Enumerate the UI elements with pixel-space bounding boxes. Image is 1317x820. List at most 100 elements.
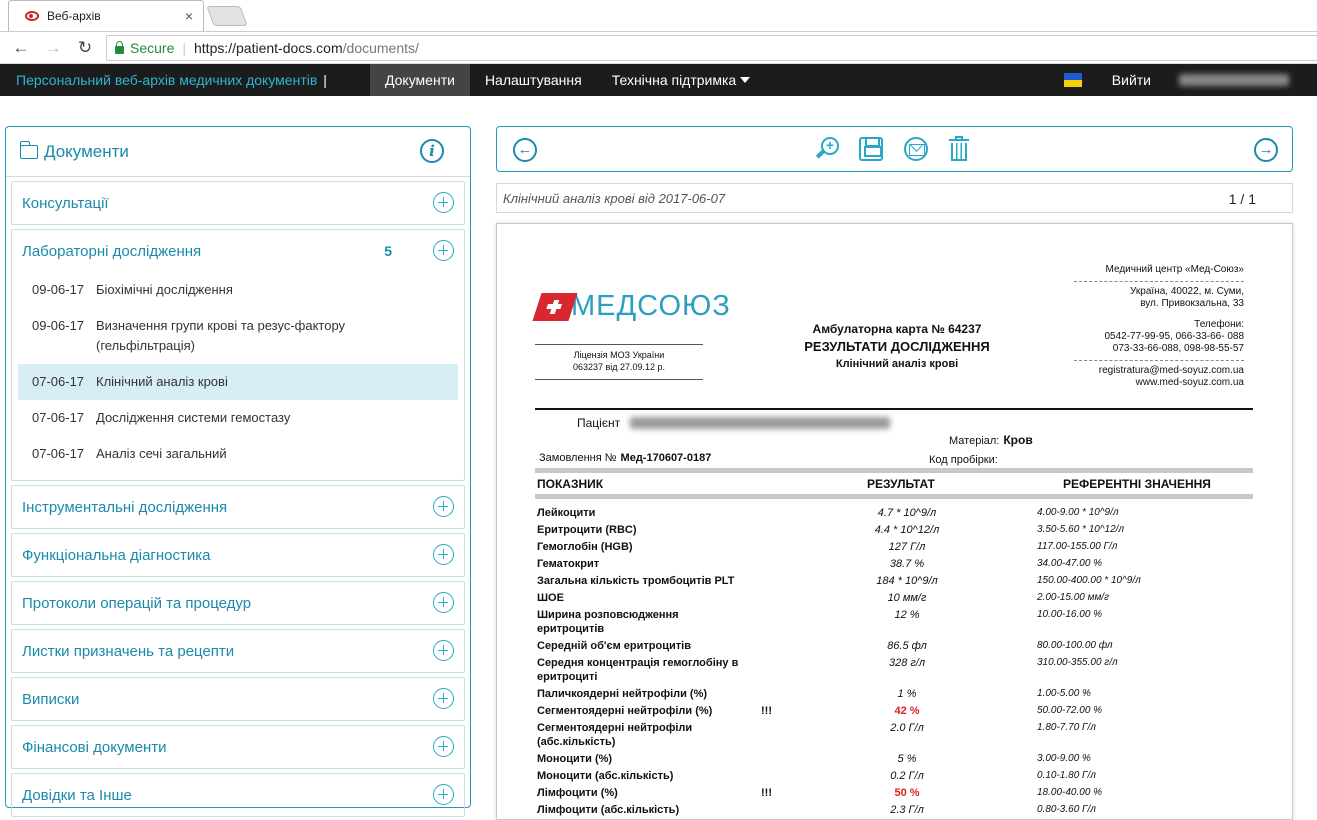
- table-row: ШОЕ 10 мм/г 2.00-15.00 мм/г: [537, 589, 1253, 606]
- expand-plus-icon[interactable]: [433, 640, 454, 661]
- doc-title: Визначення групи крові та резус-фактору …: [96, 318, 346, 353]
- zoom-in-icon[interactable]: +: [815, 137, 841, 163]
- category-header[interactable]: Листки призначень та рецепти: [12, 630, 464, 672]
- table-row-alert: Сегментоядерні нейтрофіли (%)!!! 42 % 50.0…: [537, 702, 1253, 719]
- email-icon[interactable]: [904, 137, 928, 161]
- patient-row: Пацієнт: [577, 416, 891, 430]
- row-name: Лімфоцити (абс.кількість): [537, 803, 680, 816]
- expand-plus-icon[interactable]: [433, 736, 454, 757]
- table-row: Моноцити (%) 5 % 3.00-9.00 %: [537, 750, 1253, 767]
- info-icon[interactable]: i: [420, 139, 444, 163]
- list-item[interactable]: 07-06-17 Аналіз сечі загальний: [18, 436, 458, 472]
- doc-title: Дослідження системи гемостазу: [96, 410, 291, 425]
- expand-plus-icon[interactable]: [433, 688, 454, 709]
- expand-plus-icon[interactable]: [433, 192, 454, 213]
- row-result: 2.0 Г/л: [890, 721, 924, 734]
- document-title-bar: Клінічний аналіз крові від 2017-06-07 1 …: [496, 183, 1293, 213]
- row-result: 50 %: [894, 786, 920, 799]
- category-label: Фінансові документи: [22, 738, 167, 756]
- col-indicator: ПОКАЗНИК: [537, 477, 604, 491]
- row-name: Середній об'єм еритроцитів: [537, 639, 691, 652]
- col-result: РЕЗУЛЬТАТ: [867, 477, 935, 491]
- expand-plus-icon[interactable]: [433, 496, 454, 517]
- row-result: 328 г/л: [888, 656, 926, 669]
- row-ref: 0.80-3.60 Г/л: [1037, 803, 1096, 815]
- document-page: МЕДСОЮЗ Ліцензія МОЗ України 063237 від …: [496, 223, 1293, 820]
- phones-line: 0542-77-99-95, 066-33-66- 088: [1104, 331, 1244, 342]
- table-row: Гематокрит 38.7 % 34.00-47.00 %: [537, 555, 1253, 572]
- alert-flag: !!!: [761, 786, 772, 799]
- row-result: 1 %: [897, 687, 917, 700]
- category-consultations: Консультації: [11, 181, 465, 225]
- row-result: 127 Г/л: [888, 540, 926, 553]
- category-header[interactable]: Функціональна діагностика: [12, 534, 464, 576]
- category-instrumental: Інструментальні дослідження: [11, 485, 465, 529]
- row-name: Гемоглобін (HGB): [537, 540, 633, 553]
- forward-arrow-icon[interactable]: →: [42, 38, 64, 58]
- row-ref: 34.00-47.00 %: [1037, 557, 1103, 569]
- tube-code-label: Код пробірки:: [929, 454, 998, 466]
- row-ref: 18.00-40.00 %: [1037, 786, 1103, 798]
- row-result: 42 %: [894, 704, 920, 717]
- category-header[interactable]: Виписки: [12, 678, 464, 720]
- row-name: Загальна кількість тромбоцитів PLT: [537, 574, 735, 587]
- new-tab-button[interactable]: [206, 6, 248, 26]
- category-header[interactable]: Лабораторні дослідження 5: [12, 230, 464, 272]
- viewer-toolbar: ← + →: [496, 126, 1293, 172]
- divider: [1074, 360, 1244, 361]
- category-header[interactable]: Консультації: [12, 182, 464, 224]
- ukraine-flag-icon[interactable]: [1063, 73, 1082, 87]
- trash-icon[interactable]: [949, 136, 969, 161]
- category-header[interactable]: Протоколи операцій та процедур: [12, 582, 464, 624]
- url-separator: |: [182, 39, 186, 56]
- row-name: Паличкоядерні нейтрофіли (%): [537, 687, 708, 700]
- address-line: Україна, 40022, м. Суми,: [1130, 286, 1244, 297]
- logout-link[interactable]: Вийти: [1112, 72, 1151, 88]
- clinic-logo: МЕДСОЮЗ: [532, 290, 731, 323]
- list-item-selected[interactable]: 07-06-17 Клінічний аналіз крові: [18, 364, 458, 400]
- category-label: Протоколи операцій та процедур: [22, 594, 252, 612]
- reload-icon[interactable]: ↻: [74, 38, 96, 58]
- category-header[interactable]: Довідки та Інше: [12, 774, 464, 816]
- menu-settings[interactable]: Налаштування: [470, 64, 597, 96]
- next-arrow-icon[interactable]: →: [1254, 138, 1278, 162]
- divider: [535, 468, 1253, 473]
- folder-open-icon: [19, 140, 38, 159]
- list-item[interactable]: 07-06-17 Дослідження системи гемостазу: [18, 400, 458, 436]
- category-header[interactable]: Фінансові документи: [12, 726, 464, 768]
- menu-documents[interactable]: Документи: [370, 64, 470, 96]
- menu-support[interactable]: Технічна підтримка: [597, 64, 766, 96]
- category-header[interactable]: Інструментальні дослідження: [12, 486, 464, 528]
- divider: [1074, 281, 1244, 282]
- tab-close-icon[interactable]: ×: [185, 8, 193, 24]
- list-item[interactable]: 09-06-17 Визначення групи крові та резус…: [18, 308, 458, 364]
- material-row: Матеріал: Кров: [949, 433, 1033, 447]
- doc-title: Аналіз сечі загальний: [96, 446, 227, 461]
- back-arrow-icon[interactable]: ←: [10, 38, 32, 58]
- expand-plus-icon[interactable]: [433, 240, 454, 261]
- row-ref: 1.00-5.00 %: [1037, 687, 1091, 699]
- expand-plus-icon[interactable]: [433, 784, 454, 805]
- prev-arrow-icon[interactable]: ←: [513, 138, 537, 162]
- category-lab-tests: Лабораторні дослідження 5 09-06-17 Біохі…: [11, 229, 465, 481]
- table-row: Еритроцити (RBC) 4.4 * 10^12/л 3.50-5.60 *…: [537, 521, 1253, 538]
- row-result: 38.7 %: [889, 557, 925, 570]
- browser-tab[interactable]: Веб-архів ×: [8, 0, 204, 31]
- url-input[interactable]: Secure | https://patient-docs.com/docume…: [106, 34, 1317, 61]
- doc-date: 09-06-17: [32, 318, 85, 333]
- expand-plus-icon[interactable]: [433, 592, 454, 613]
- save-icon[interactable]: [859, 137, 883, 161]
- report-heading: Амбулаторна карта № 64237 РЕЗУЛЬТАТИ ДОС…: [757, 322, 1037, 370]
- expand-plus-icon[interactable]: [433, 544, 454, 565]
- list-item[interactable]: 09-06-17 Біохімічні дослідження: [18, 272, 458, 308]
- sidebar-title: Документи: [44, 141, 129, 161]
- category-financial: Фінансові документи: [11, 725, 465, 769]
- documents-sidebar: Документи i Консультації Лабораторні дос…: [5, 126, 471, 817]
- trash-lid: [955, 136, 963, 139]
- clinic-info: Медичний центр «Мед-Союз» Україна, 40022…: [1074, 264, 1244, 389]
- row-result: 0.2 Г/л: [890, 769, 924, 782]
- app-navbar: Персональний веб-архів медичних документ…: [0, 64, 1317, 96]
- url-host: https://patient-docs.com: [194, 39, 343, 56]
- row-ref: 0.10-1.80 Г/л: [1037, 769, 1096, 781]
- brand[interactable]: Персональний веб-архів медичних документ…: [0, 72, 370, 88]
